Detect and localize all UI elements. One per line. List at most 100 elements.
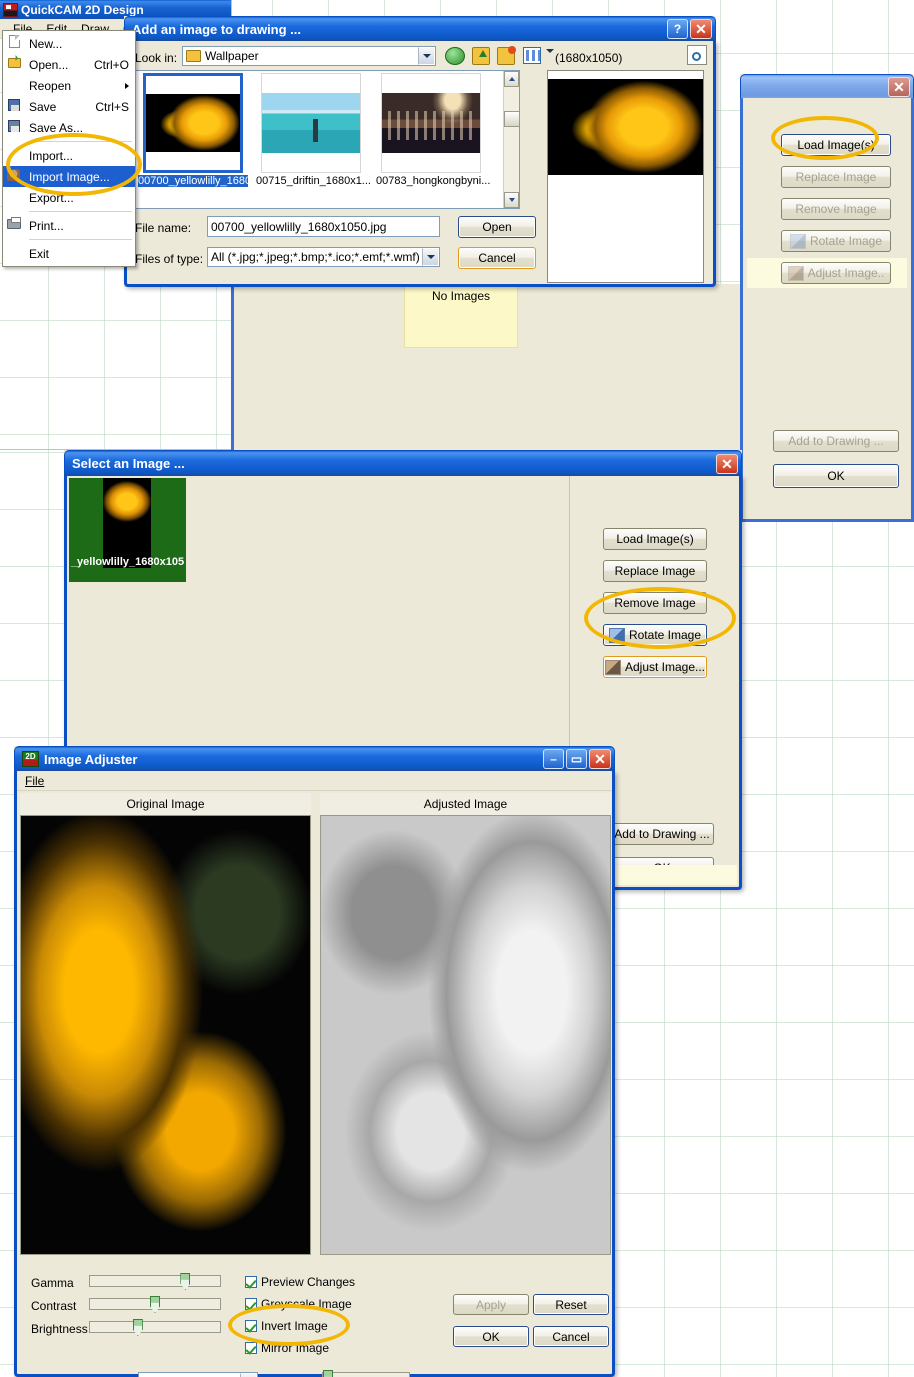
contrast-slider-thumb[interactable] (150, 1296, 160, 1313)
chevron-down-icon[interactable] (546, 49, 554, 65)
gamma-slider[interactable] (89, 1273, 221, 1290)
apply-button[interactable]: Apply (453, 1294, 529, 1315)
file-item-0[interactable]: 00700_yellowlilly_1680x1050.jpg (138, 73, 299, 187)
checkbox-icon[interactable] (245, 1276, 257, 1288)
no-images-placeholder: No Images (404, 284, 518, 348)
dot-size-slider[interactable] (322, 1370, 410, 1377)
greyscale-image-checkbox[interactable]: Greyscale Image (245, 1297, 352, 1311)
menu-item-label: Print... (29, 218, 64, 233)
chevron-down-icon[interactable] (422, 248, 439, 266)
image-adjuster-title: Image Adjuster (44, 751, 138, 767)
save-as-disk-icon (8, 120, 20, 132)
brightness-label: Brightness (31, 1322, 88, 1336)
menu-item-new[interactable]: New... (3, 33, 135, 54)
load-images-button[interactable]: Load Image(s) (603, 528, 707, 550)
menu-item-import-image[interactable]: Import Image... (3, 166, 135, 187)
ok-button[interactable]: OK (453, 1326, 529, 1347)
file-item-2[interactable]: 00783_hongkongbyni... (376, 73, 490, 187)
folder-icon (186, 50, 201, 62)
back-icon[interactable] (445, 47, 465, 65)
halftone-type-combo[interactable]: Black and White (138, 1372, 258, 1377)
menu-item-reopen[interactable]: Reopen (3, 75, 135, 96)
rotate-image-icon (608, 627, 625, 643)
image-adjuster-menubar[interactable]: File (17, 771, 612, 791)
load-images-button-back[interactable]: Load Image(s) (781, 134, 891, 156)
brightness-slider[interactable] (89, 1319, 221, 1336)
menu-item-label: Open... (29, 57, 69, 72)
file-name-input[interactable]: 00700_yellowlilly_1680x1050.jpg (207, 216, 440, 237)
quickcam-2d-icon: 2D (22, 751, 39, 767)
adjust-image-button-back[interactable]: Adjust Image.. (781, 262, 891, 284)
mirror-image-checkbox[interactable]: Mirror Image (245, 1341, 329, 1355)
add-image-dialog-title: Add an image to drawing ... (132, 21, 302, 37)
menu-item-save[interactable]: Save Ctrl+S (3, 96, 135, 117)
file-list-scrollbar[interactable] (503, 71, 519, 208)
replace-image-button-back[interactable]: Replace Image (781, 166, 891, 188)
close-icon[interactable]: ✕ (888, 76, 910, 97)
scroll-up-icon[interactable] (504, 71, 519, 87)
menu-item-print[interactable]: Print... (3, 215, 135, 236)
rotate-image-button[interactable]: Rotate Image (603, 624, 707, 646)
files-of-type-combo[interactable]: All (*.jpg;*.jpeg;*.bmp;*.ico;*.emf;*.wm… (207, 247, 440, 267)
adjusted-image-preview (320, 815, 611, 1255)
contrast-slider[interactable] (89, 1296, 221, 1313)
ok-button-back[interactable]: OK (773, 464, 899, 488)
lily-image (103, 478, 151, 568)
remove-image-button[interactable]: Remove Image (603, 592, 707, 614)
preview-dimensions-label: (1680x1050) (555, 51, 623, 65)
chevron-down-icon[interactable] (418, 47, 435, 65)
file-item-1[interactable]: 00715_driftin_1680x1... (256, 73, 371, 187)
views-icon[interactable] (523, 47, 541, 64)
help-icon[interactable]: ? (667, 19, 688, 39)
open-button[interactable]: Open (458, 216, 536, 238)
scroll-down-icon[interactable] (504, 192, 519, 208)
close-icon[interactable]: ✕ (690, 19, 712, 39)
image-adjuster-window: 2D Image Adjuster – ▭ ✕ File Original Im… (14, 746, 615, 1377)
add-image-dialog: Add an image to drawing ... ? ✕ Look in:… (124, 16, 716, 287)
scrollbar-thumb[interactable] (504, 111, 519, 127)
adjust-image-button[interactable]: Adjust Image... (603, 656, 707, 678)
checkbox-icon[interactable] (245, 1298, 257, 1310)
menu-item-import[interactable]: Import... (3, 145, 135, 166)
up-one-level-icon[interactable] (472, 47, 490, 65)
add-to-drawing-button[interactable]: Add to Drawing ... (610, 823, 714, 845)
menu-item-export[interactable]: Export... (3, 187, 135, 208)
chevron-down-icon[interactable] (240, 1373, 257, 1377)
gamma-slider-thumb[interactable] (180, 1273, 191, 1290)
close-icon[interactable]: ✕ (716, 453, 738, 474)
preview-changes-checkbox[interactable]: Preview Changes (245, 1275, 355, 1289)
add-to-drawing-button-back[interactable]: Add to Drawing ... (773, 430, 899, 452)
brightness-slider-thumb[interactable] (132, 1319, 143, 1336)
dot-size-slider-thumb[interactable] (323, 1370, 333, 1377)
look-in-combo[interactable]: Wallpaper (182, 46, 436, 66)
file-thumbnail (261, 73, 361, 173)
reset-button[interactable]: Reset (533, 1294, 609, 1315)
file-list-view[interactable]: 00700_yellowlilly_1680x1050.jpg 00715_dr… (135, 70, 520, 209)
save-disk-icon (8, 99, 20, 111)
minimize-icon[interactable]: – (543, 749, 564, 769)
menu-item-save-as[interactable]: Save As... (3, 117, 135, 138)
checkbox-icon[interactable] (245, 1342, 257, 1354)
replace-image-button[interactable]: Replace Image (603, 560, 707, 582)
cancel-button[interactable]: Cancel (533, 1326, 609, 1347)
file-dropdown-menu[interactable]: New... Open... Ctrl+O Reopen Save Ctrl+S… (2, 30, 136, 267)
checkbox-icon[interactable] (245, 1320, 257, 1332)
invert-image-checkbox[interactable]: Invert Image (245, 1319, 328, 1333)
new-folder-icon[interactable] (497, 46, 516, 65)
beach-image (262, 92, 360, 154)
menu-item-label: New... (29, 36, 63, 51)
menubar-item-file[interactable]: File (25, 774, 44, 788)
menu-item-open[interactable]: Open... Ctrl+O (3, 54, 135, 75)
menu-item-label: Save (29, 99, 57, 114)
preview-icon[interactable] (687, 45, 707, 65)
contrast-label: Contrast (31, 1299, 77, 1313)
cancel-button[interactable]: Cancel (458, 247, 536, 269)
maximize-icon[interactable]: ▭ (566, 749, 587, 769)
menu-item-exit[interactable]: Exit (3, 243, 135, 264)
rotate-image-button-back[interactable]: Rotate Image (781, 230, 891, 252)
remove-image-button-back[interactable]: Remove Image (781, 198, 891, 220)
close-icon[interactable]: ✕ (589, 749, 611, 769)
menu-item-label: Export... (29, 190, 74, 205)
selected-image-thumbnail[interactable]: _yellowlilly_1680x105 (69, 478, 186, 582)
adjust-image-icon (604, 659, 621, 675)
